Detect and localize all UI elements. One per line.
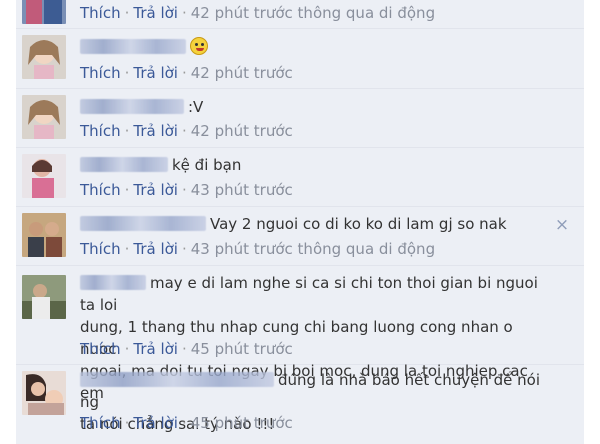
timestamp[interactable]: 43 phút trước: [191, 181, 293, 199]
comment-meta: Thích · Trả lời · 45 phút trước: [80, 340, 293, 358]
comment-item: may e di lam nghe si ca si chi ton thoi …: [16, 266, 584, 402]
commenter-name[interactable]: [80, 99, 184, 114]
like-link[interactable]: Thích: [80, 414, 121, 432]
commenter-name[interactable]: [80, 216, 206, 231]
comment-text: kệ đi bạn: [80, 154, 552, 176]
avatar[interactable]: [22, 371, 66, 415]
avatar[interactable]: [22, 0, 66, 24]
comment-item: đúng là nhà báo hết chuyện để nói ng ta …: [16, 365, 584, 444]
comment-meta: Thích · Trả lời · 45 phút trước: [80, 414, 293, 432]
avatar[interactable]: [22, 95, 66, 139]
comment-item: Vay 2 nguoi co di ko ko di lam gj so nak…: [16, 207, 584, 266]
comment-meta: Thích · Trả lời · 42 phút trước: [80, 64, 293, 82]
comment-meta: Thích · Trả lời · 43 phút trước thông qua di…: [80, 240, 436, 258]
timestamp[interactable]: 42 phút trước: [191, 64, 293, 82]
commenter-name[interactable]: [80, 275, 146, 290]
comment-feed: Thích · Trả lời · 42 phút trước thông qua di…: [16, 0, 584, 444]
like-link[interactable]: Thích: [80, 181, 121, 199]
avatar[interactable]: [22, 213, 66, 257]
reply-link[interactable]: Trả lời: [133, 414, 178, 432]
comment-item: :V Thích · Trả lời · 42 phút trước: [16, 89, 584, 148]
like-link[interactable]: Thích: [80, 122, 121, 140]
commenter-name[interactable]: [80, 39, 186, 54]
timestamp[interactable]: 42 phút trước thông qua di động: [191, 4, 435, 22]
timestamp[interactable]: 45 phút trước: [191, 414, 293, 432]
avatar[interactable]: [22, 154, 66, 198]
comment-item: Thích · Trả lời · 42 phút trước thông qua di…: [16, 0, 584, 29]
like-link[interactable]: Thích: [80, 340, 121, 358]
comment-text: [80, 36, 552, 58]
comment-text: :V: [80, 96, 552, 118]
timestamp[interactable]: 45 phút trước: [191, 340, 293, 358]
timestamp[interactable]: 43 phút trước thông qua di động: [191, 240, 435, 258]
comment-meta: Thích · Trả lời · 42 phút trước thông qua di…: [80, 4, 436, 22]
reply-link[interactable]: Trả lời: [133, 181, 178, 199]
close-icon[interactable]: ×: [554, 217, 570, 234]
reply-link[interactable]: Trả lời: [133, 122, 178, 140]
reply-link[interactable]: Trả lời: [133, 340, 178, 358]
commenter-name[interactable]: [80, 372, 274, 387]
avatar[interactable]: [22, 275, 66, 319]
reply-link[interactable]: Trả lời: [133, 240, 178, 258]
comment-meta: Thích · Trả lời · 43 phút trước: [80, 181, 293, 199]
like-link[interactable]: Thích: [80, 240, 121, 258]
like-link[interactable]: Thích: [80, 64, 121, 82]
like-link[interactable]: Thích: [80, 4, 121, 22]
reply-link[interactable]: Trả lời: [133, 4, 178, 22]
comment-meta: Thích · Trả lời · 42 phút trước: [80, 122, 293, 140]
timestamp[interactable]: 42 phút trước: [191, 122, 293, 140]
comment-text: Vay 2 nguoi co di ko ko di lam gj so nak: [80, 213, 552, 235]
commenter-name[interactable]: [80, 157, 168, 172]
comment-item: Thích · Trả lời · 42 phút trước: [16, 29, 584, 89]
tongue-emoticon-icon: [190, 37, 208, 55]
reply-link[interactable]: Trả lời: [133, 64, 178, 82]
comment-item: kệ đi bạn Thích · Trả lời · 43 phút trước: [16, 148, 584, 207]
avatar[interactable]: [22, 35, 66, 79]
